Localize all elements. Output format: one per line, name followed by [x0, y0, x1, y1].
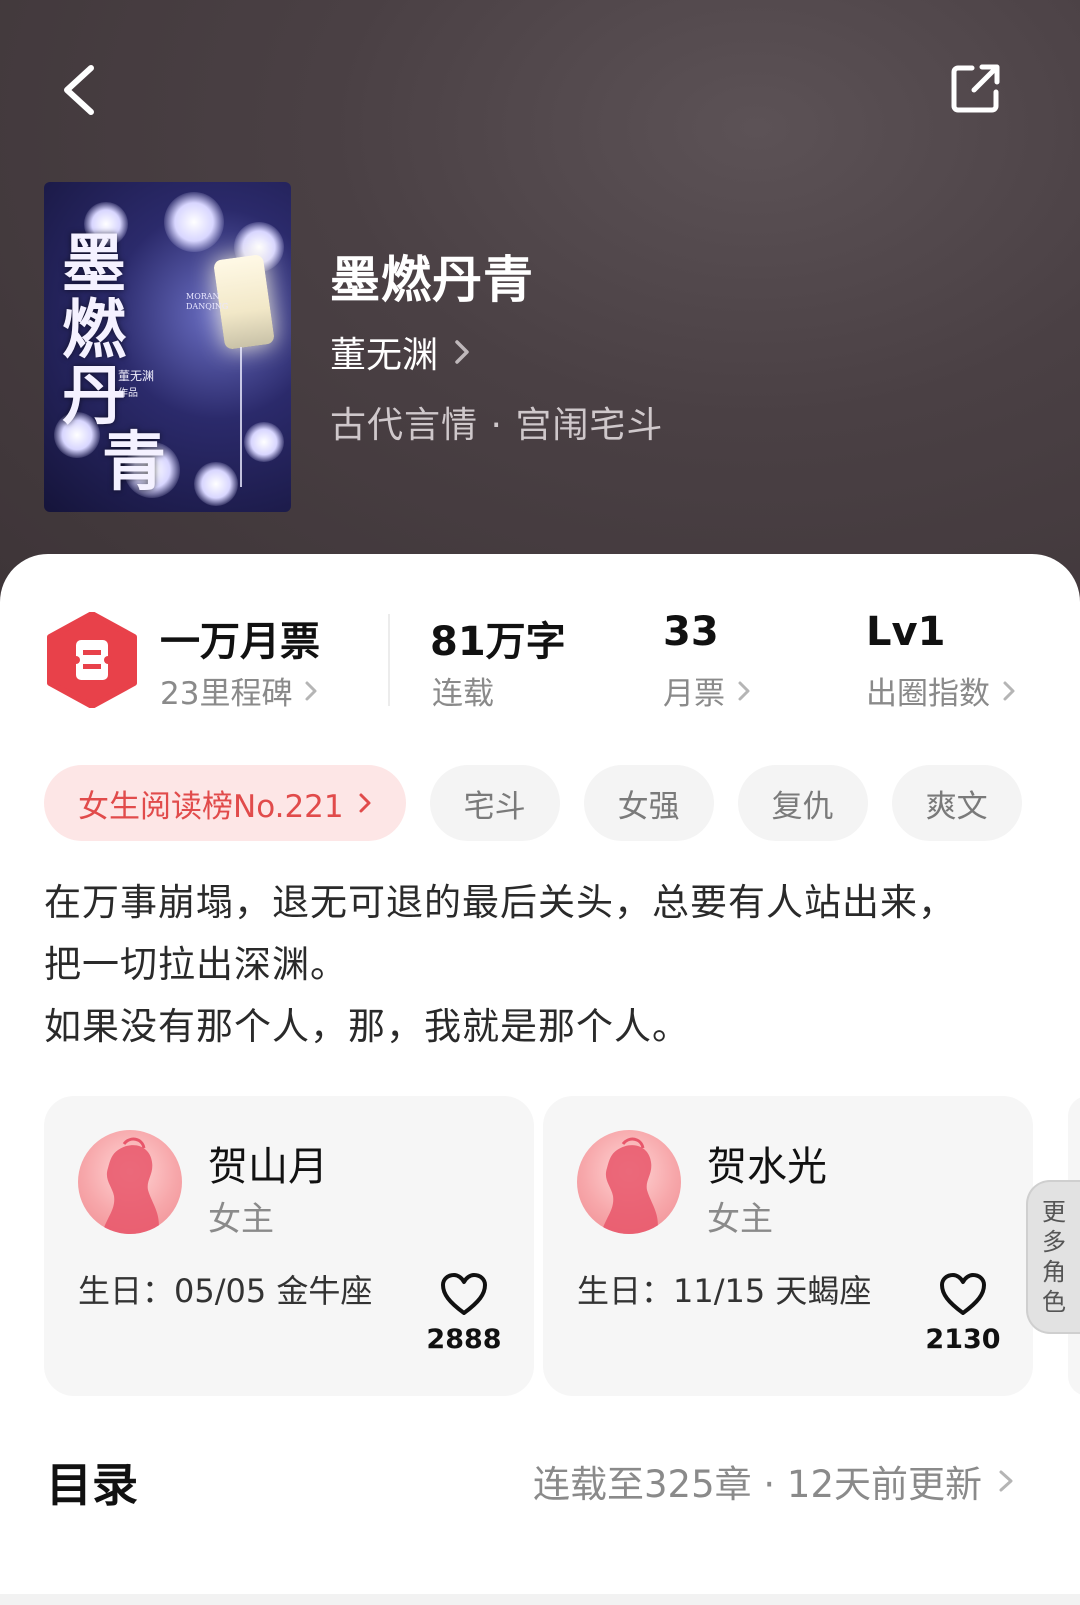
tag-item[interactable]: 爽文	[891, 765, 1022, 841]
cover-title-line: 青	[102, 425, 166, 500]
role-avatar	[78, 1130, 182, 1234]
role-avatar	[577, 1130, 681, 1234]
character-silhouette-icon	[102, 1137, 159, 1234]
back-button[interactable]	[55, 60, 105, 120]
cover-blossom	[194, 462, 238, 506]
milestone-title: 一万月票	[160, 619, 320, 665]
role-card[interactable]: 贺水光 女主 生日：11/15 天蝎座 2130	[543, 1096, 1033, 1396]
toc-update-info: 连载至325章 · 12天前更新	[533, 1463, 982, 1506]
level-value: Lv1	[866, 609, 946, 655]
chevron-right-icon	[999, 1470, 1013, 1492]
level-link[interactable]: 出圈指数	[866, 668, 1016, 713]
role-card[interactable]: 贺山月 女主 生日：05/05 金牛座 2888	[44, 1096, 534, 1396]
cover-blossom	[244, 422, 284, 462]
stats-row: 一万月票 23里程碑 81万字 连载 33 月票 Lv1 出圈指数	[0, 554, 1080, 734]
level-label: 出圈指数	[866, 676, 990, 712]
ticket-badge-icon[interactable]	[46, 612, 138, 708]
book-header: 墨 燃丹 青 MORAN DANQING 董无渊 作品 墨燃丹青 董无渊 古代言…	[0, 0, 1080, 640]
role-birthday: 生日：11/15 天蝎座	[577, 1272, 872, 1310]
ranking-tag-label: 女生阅读榜No.221	[78, 788, 344, 825]
chevron-right-icon	[455, 340, 469, 364]
cover-works-label: 作品	[118, 388, 138, 399]
share-button[interactable]	[948, 60, 1004, 116]
like-count: 2130	[925, 1324, 1001, 1355]
cover-title-line: 燃丹	[62, 293, 126, 434]
tag-item[interactable]: 复仇	[737, 765, 868, 841]
section-divider	[0, 1594, 1080, 1605]
synopsis-line: 在万事崩塌，退无可退的最后关头，总要有人站出来，	[44, 881, 956, 924]
share-icon	[951, 64, 1000, 113]
role-type: 女主	[707, 1199, 773, 1238]
more-roles-char: 多	[1042, 1228, 1066, 1256]
author-name: 董无渊	[330, 335, 439, 376]
role-name: 贺水光	[707, 1144, 827, 1190]
milestone-sub: 23里程碑	[160, 676, 293, 712]
word-count: 81万字	[430, 619, 566, 665]
tag-item[interactable]: 女强	[583, 765, 714, 841]
tag-row: 女生阅读榜No.221 宅斗 女强 复仇 爽文	[44, 765, 1022, 841]
chevron-right-icon	[305, 681, 317, 700]
tag-item[interactable]: 宅斗	[429, 765, 560, 841]
more-roles-char: 色	[1042, 1288, 1066, 1316]
book-detail-panel: 一万月票 23里程碑 81万字 连载 33 月票 Lv1 出圈指数 女生阅读榜N…	[0, 554, 1080, 1605]
synopsis-line: 把一切拉出深渊。	[44, 943, 348, 986]
cover-author: 董无渊 作品	[118, 367, 154, 399]
serial-status-label: 连载	[432, 676, 494, 712]
monthly-ticket-link[interactable]: 月票	[663, 668, 751, 713]
ranking-tag[interactable]: 女生阅读榜No.221	[44, 765, 406, 841]
more-roles-char: 更	[1042, 1198, 1066, 1226]
more-roles-char: 角	[1042, 1258, 1066, 1286]
chevron-right-icon	[738, 681, 750, 700]
character-silhouette-icon	[601, 1137, 658, 1234]
book-synopsis[interactable]: 在万事崩塌，退无可退的最后关头，总要有人站出来， 把一切拉出深渊。 如果没有那个…	[44, 872, 1034, 1058]
toc-title: 目录	[46, 1458, 138, 1512]
cover-author-name: 董无渊	[118, 369, 155, 383]
monthly-ticket-label: 月票	[663, 676, 725, 712]
milestone-link[interactable]: 23里程碑	[160, 668, 318, 713]
cover-title-line: 墨	[62, 227, 126, 302]
role-birthday: 生日：05/05 金牛座	[78, 1272, 373, 1310]
cover-title: 墨 燃丹 青	[62, 232, 182, 496]
heart-icon[interactable]	[439, 1271, 489, 1317]
book-cover[interactable]: 墨 燃丹 青 MORAN DANQING 董无渊 作品	[44, 182, 291, 512]
chevron-right-icon	[359, 793, 371, 813]
serial-status: 连载	[432, 668, 494, 713]
role-type: 女主	[208, 1199, 274, 1238]
cover-pinyin: MORAN DANQING	[186, 292, 229, 311]
synopsis-line: 如果没有那个人，那，我就是那个人。	[44, 1005, 690, 1048]
toc-link[interactable]: 连载至325章 · 12天前更新	[533, 1454, 1014, 1508]
book-genre: 古代言情 · 宫闱宅斗	[330, 405, 664, 446]
chevron-left-icon	[64, 65, 94, 115]
role-name: 贺山月	[208, 1144, 328, 1190]
monthly-ticket-count: 33	[663, 609, 719, 655]
stats-divider	[388, 614, 390, 706]
more-roles-button[interactable]: 更 多 角 色	[1026, 1180, 1080, 1334]
book-title: 墨燃丹青	[330, 251, 534, 309]
chevron-right-icon	[1003, 681, 1015, 700]
like-count: 2888	[426, 1324, 502, 1355]
heart-icon[interactable]	[938, 1271, 988, 1317]
author-link[interactable]: 董无渊	[330, 326, 472, 378]
cover-lantern-string	[240, 347, 242, 487]
